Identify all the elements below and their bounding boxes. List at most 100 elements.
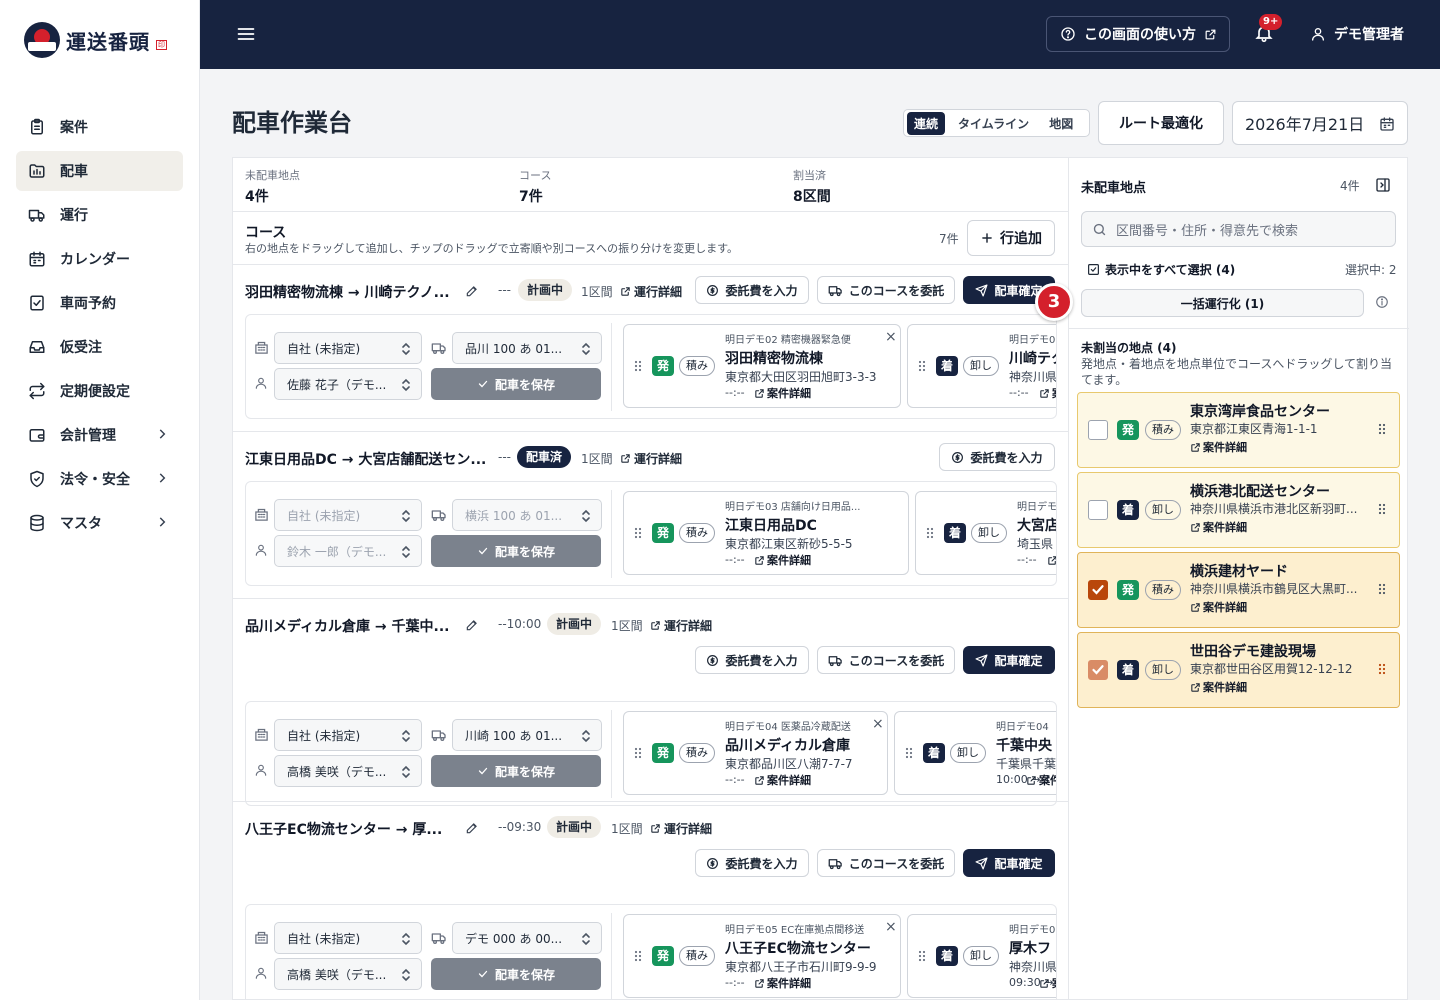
unassigned-card[interactable]: 着 卸し 世田谷デモ建設現場 東京都世田谷区用賀12-12-12 案件詳細 [1077,632,1400,708]
outsource-course-button[interactable]: このコースを委託 [817,849,955,877]
user-menu[interactable]: デモ管理者 [1310,24,1404,44]
save-dispatch-button[interactable]: 配車を保存 [431,958,601,990]
case-detail-link[interactable]: 案件詳細 [1190,519,1247,535]
stop-chip[interactable]: 発 積み 明日デモ02 精密機器緊急便 羽田精密物流棟 東京都大田区羽田旭町3-… [623,324,901,408]
stop-chip[interactable]: 着 卸し 明日デモ0 川崎テク 神奈川県 --:-- 案件詳細 [907,324,1056,408]
drag-handle-icon[interactable] [918,950,926,962]
fee-input-button[interactable]: 委託費を入力 [695,646,809,674]
drag-handle-icon[interactable] [634,527,642,539]
vehicle-select[interactable]: デモ 000 あ 00... [452,922,602,954]
card-checkbox[interactable] [1088,580,1108,600]
drag-handle-icon[interactable] [926,527,934,539]
sidebar-item-cases[interactable]: 案件 [16,107,183,147]
fee-input-button[interactable]: 委託費を入力 [695,849,809,877]
vehicle-select[interactable]: 横浜 100 あ 01... [452,499,602,531]
stop-chip[interactable]: 着 卸し 明日デモ 大宮店 埼玉県 --:-- 案件詳細 [915,491,1056,575]
save-dispatch-button[interactable]: 配車を保存 [431,535,601,567]
case-detail-link[interactable]: 案件詳細 [1039,975,1056,991]
operation-detail-link[interactable]: 運行詳細 [650,617,712,634]
stop-chip[interactable]: 着 卸し 明日デモ04 千葉中央 千葉県千葉 10:00 → 1 案件詳細 [894,711,1056,795]
drag-handle-icon[interactable] [918,360,926,372]
case-detail-link[interactable]: 案件詳細 [1047,552,1056,568]
view-tab-timeline[interactable]: タイムライン [951,112,1036,135]
remove-stop-icon[interactable]: × [885,329,897,345]
info-icon[interactable] [1375,295,1389,309]
case-detail-link[interactable]: 案件詳細 [754,772,811,788]
edit-pencil-icon[interactable] [465,618,479,632]
drag-handle-icon[interactable] [634,360,642,372]
view-tab-sequence[interactable]: 連続 [907,111,946,135]
sidebar-item-vehicle-booking[interactable]: 車両予約 [16,283,183,323]
company-select[interactable]: 自社 (未指定) [274,719,422,751]
course-title[interactable]: 羽田精密物流棟 → 川崎テクノ... [245,282,450,302]
edit-pencil-icon[interactable] [465,821,479,835]
hamburger-menu-icon[interactable] [236,24,256,44]
driver-select[interactable]: 鈴木 一郎（デモ... [274,535,422,567]
unassigned-card[interactable]: 発 積み 横浜建材ヤード 神奈川県横浜市鶴見区大黒町... 案件詳細 [1077,552,1400,628]
operation-detail-link[interactable]: 運行詳細 [620,450,682,467]
search-input[interactable]: 区間番号・住所・得意先で検索 [1081,211,1396,247]
drag-handle-icon[interactable] [634,950,642,962]
sidebar-item-master[interactable]: マスタ [16,503,183,543]
course-title[interactable]: 品川メディカル倉庫 → 千葉中... [245,616,449,636]
vehicle-select[interactable]: 川崎 100 あ 01... [452,719,602,751]
confirm-dispatch-button[interactable]: 配車確定 [963,849,1055,877]
confirm-dispatch-button[interactable]: 配車確定 [963,646,1055,674]
drag-handle-icon[interactable] [1378,423,1386,435]
sidebar-item-accounting[interactable]: 会計管理 [16,415,183,455]
company-select[interactable]: 自社 (未指定) [274,922,422,954]
save-dispatch-button[interactable]: 配車を保存 [431,755,601,787]
company-select[interactable]: 自社 (未指定) [274,332,422,364]
stop-chip[interactable]: 発 積み 明日デモ05 EC在庫拠点間移送 八王子EC物流センター 東京都八王子… [623,914,901,998]
stop-chip[interactable]: 発 積み 明日デモ03 店舗向け日用品... 江東日用品DC 東京都江東区新砂5… [623,491,909,575]
card-checkbox[interactable] [1088,420,1108,440]
operation-detail-link[interactable]: 運行詳細 [650,820,712,837]
sidebar-item-recurring[interactable]: 定期便設定 [16,371,183,411]
course-title[interactable]: 江東日用品DC → 大宮店舗配送セン... [245,449,486,469]
add-row-button[interactable]: 行追加 [967,220,1055,256]
drag-handle-icon[interactable] [1378,503,1386,515]
bulk-operation-button[interactable]: 一括運行化 (1) [1081,289,1364,317]
company-select[interactable]: 自社 (未指定) [274,499,422,531]
fee-input-button[interactable]: 委託費を入力 [695,276,809,304]
app-logo[interactable]: 運送番頭 印 [24,22,167,58]
case-detail-link[interactable]: 案件詳細 [754,975,811,991]
remove-stop-icon[interactable]: × [872,716,884,732]
sidebar-item-tentative-orders[interactable]: 仮受注 [16,327,183,367]
unassigned-card[interactable]: 着 卸し 横浜港北配送センター 神奈川県横浜市港北区新羽町... 案件詳細 [1077,472,1400,548]
remove-stop-icon[interactable]: × [885,919,897,935]
sidebar-item-operations[interactable]: 運行 [16,195,183,235]
stop-chip[interactable]: 発 積み 明日デモ04 医薬品冷蔵配送 品川メディカル倉庫 東京都品川区八潮7-… [623,711,888,795]
fee-input-button[interactable]: 委託費を入力 [939,443,1055,471]
case-detail-link[interactable]: 案件詳細 [1026,772,1056,788]
card-checkbox[interactable] [1088,500,1108,520]
operation-detail-link[interactable]: 運行詳細 [620,283,682,300]
drag-handle-icon[interactable] [1378,663,1386,675]
drag-handle-icon[interactable] [634,747,642,759]
sidebar-item-calendar[interactable]: カレンダー [16,239,183,279]
unassigned-card[interactable]: 発 積み 東京湾岸食品センター 東京都江東区青海1-1-1 案件詳細 [1077,392,1400,468]
outsource-course-button[interactable]: このコースを委託 [817,276,955,304]
case-detail-link[interactable]: 案件詳細 [1190,599,1247,615]
sidebar-item-compliance[interactable]: 法令・安全 [16,459,183,499]
date-picker[interactable]: 2026年7月21日 [1232,101,1408,145]
sidebar-item-dispatch[interactable]: 配車 [16,151,183,191]
case-detail-link[interactable]: 案件詳細 [754,552,811,568]
case-detail-link[interactable]: 案件詳細 [1190,439,1247,455]
course-title[interactable]: 八王子EC物流センター → 厚... [245,819,442,839]
save-dispatch-button[interactable]: 配車を保存 [431,368,601,400]
driver-select[interactable]: 高橋 美咲（デモ... [274,958,422,990]
outsource-course-button[interactable]: このコースを委託 [817,646,955,674]
route-optimize-button[interactable]: ルート最適化 [1098,101,1224,145]
help-button[interactable]: この画面の使い方 [1046,16,1230,52]
edit-pencil-icon[interactable] [465,284,479,298]
card-checkbox[interactable] [1088,660,1108,680]
vehicle-select[interactable]: 品川 100 あ 01... [452,332,602,364]
select-all-toggle[interactable]: 表示中をすべて選択 (4) [1087,261,1235,278]
driver-select[interactable]: 高橋 美咲（デモ... [274,755,422,787]
case-detail-link[interactable]: 案件詳細 [1039,385,1056,401]
stop-chip[interactable]: 着 卸し 明日デモ0 厚木フ 神奈川県 09:30 → 案件詳細 [907,914,1056,998]
case-detail-link[interactable]: 案件詳細 [754,385,811,401]
case-detail-link[interactable]: 案件詳細 [1190,679,1247,695]
drag-handle-icon[interactable] [1378,583,1386,595]
